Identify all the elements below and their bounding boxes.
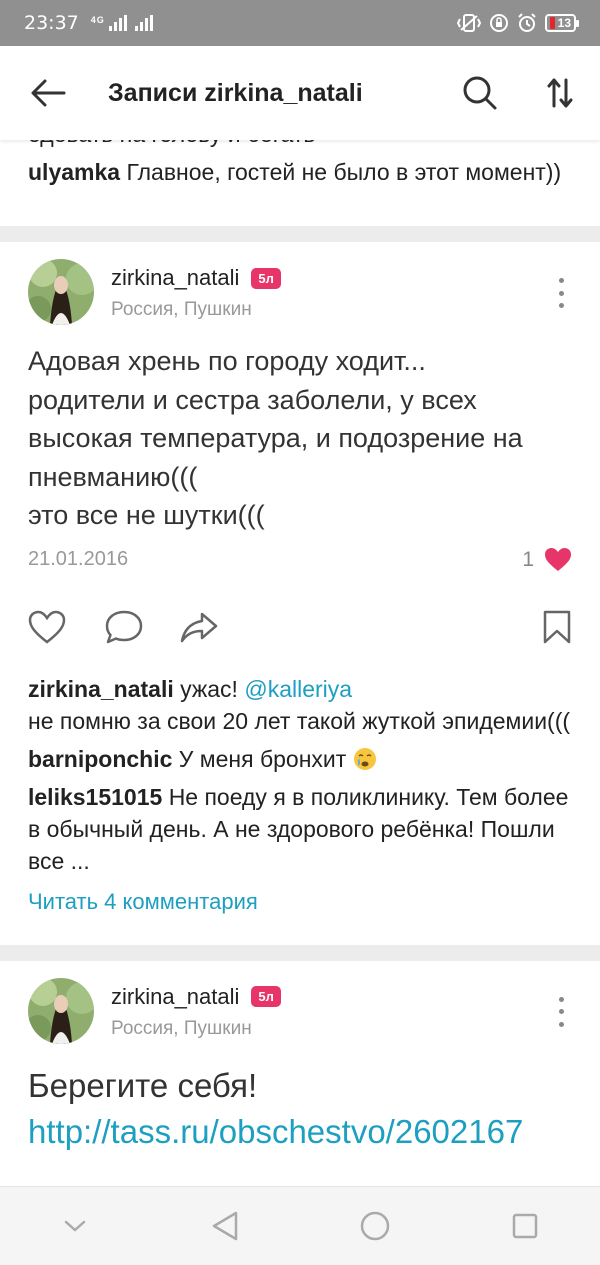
avatar[interactable]: [28, 977, 94, 1044]
comment: не помню за свои 20 лет такой жуткой эпи…: [28, 705, 572, 737]
back-button[interactable]: [0, 46, 96, 140]
crying-emoji-icon: [353, 747, 376, 770]
page-title: Записи zirkina_natali: [108, 78, 363, 107]
post-separator: [0, 944, 600, 961]
comment-button[interactable]: [104, 597, 180, 657]
post-meta: zirkina_natali 5л Россия, Пушкин: [111, 978, 281, 1040]
signal-icon: [109, 15, 128, 31]
comment-prefix: ужас!: [180, 675, 238, 702]
comment-mention[interactable]: @kalleriya: [244, 676, 352, 702]
bookmark-icon: [543, 610, 571, 643]
comment-text: Главное, гостей не было в этот момент)): [126, 159, 562, 185]
comment: ulyamka Главное, гостей не было в этот м…: [28, 156, 572, 188]
age-badge: 5л: [251, 986, 281, 1007]
likes-count[interactable]: 1: [522, 547, 572, 572]
post-username[interactable]: zirkina_natali: [111, 984, 239, 1010]
alarm-icon: [517, 13, 536, 32]
read-comments-link[interactable]: Читать 4 комментария: [28, 889, 572, 915]
comment: barniponchic У меня бронхит: [28, 743, 572, 775]
status-icons: 13: [456, 13, 580, 33]
comment-text: не помню за свои 20 лет такой жуткой эпи…: [28, 707, 571, 734]
post-meta: zirkina_natali 5л Россия, Пушкин: [111, 259, 281, 321]
back-arrow-icon: [31, 79, 66, 107]
comment-author[interactable]: zirkina_natali: [28, 676, 174, 702]
battery-level: 13: [557, 16, 571, 30]
comment-author[interactable]: leliks151015: [28, 784, 162, 810]
post-text: Берегите себя!: [28, 1066, 258, 1104]
post-username[interactable]: zirkina_natali: [111, 265, 239, 291]
network-type: 4G: [90, 15, 105, 25]
status-time: 23:37: [24, 12, 79, 34]
comments-list: zirkina_natali ужас! @kalleriya не помню…: [28, 673, 572, 915]
nav-collapse-button[interactable]: [35, 1196, 115, 1256]
nav-back-button[interactable]: [185, 1196, 265, 1256]
share-icon: [180, 612, 218, 642]
share-button[interactable]: [180, 597, 256, 657]
likes-number: 1: [522, 547, 534, 571]
post-header: zirkina_natali 5л Россия, Пушкин: [28, 961, 572, 1061]
post-separator: [0, 226, 600, 242]
post-link[interactable]: http://tass.ru/obschestvo/2602167: [28, 1111, 572, 1153]
previous-post-cut-text: одевать на голову и бегать: [28, 140, 572, 150]
previous-post-comments: одевать на голову и бегать ulyamka Главн…: [0, 140, 600, 226]
more-options-button[interactable]: [550, 278, 572, 308]
comment-author[interactable]: ulyamka: [28, 159, 120, 185]
app-header: Записи zirkina_natali: [0, 46, 600, 140]
sort-icon: [547, 78, 573, 108]
comment-author[interactable]: barniponchic: [28, 746, 172, 772]
post-actions: [28, 581, 572, 673]
post-location[interactable]: Россия, Пушкин: [111, 299, 281, 321]
heart-filled-icon: [545, 548, 571, 571]
comment-text: У меня бронхит: [178, 745, 347, 772]
heart-icon: [28, 610, 66, 644]
search-icon: [463, 76, 497, 110]
bookmark-button[interactable]: [542, 597, 572, 657]
post: zirkina_natali 5л Россия, Пушкин Берегит…: [0, 961, 600, 1153]
post-text: Адовая хрень по городу ходит... родители…: [28, 346, 523, 530]
vibrate-icon: [456, 14, 481, 32]
like-button[interactable]: [28, 597, 104, 657]
battery-icon: 13: [544, 14, 580, 32]
comment: zirkina_natali ужас! @kalleriya: [28, 673, 600, 705]
sort-button[interactable]: [520, 46, 600, 140]
chevron-down-icon: [64, 1220, 86, 1232]
post-date: 21.01.2016: [28, 548, 129, 570]
square-recents-icon: [512, 1213, 538, 1239]
circle-home-icon: [360, 1211, 390, 1241]
avatar[interactable]: [28, 259, 94, 325]
age-badge: 5л: [251, 267, 281, 289]
feed[interactable]: одевать на голову и бегать ulyamka Главн…: [0, 140, 600, 1186]
system-nav-bar: [0, 1186, 600, 1265]
post-header: zirkina_natali 5л Россия, Пушкин: [28, 242, 572, 342]
search-button[interactable]: [440, 46, 520, 140]
status-bar: 23:37 4G 13: [0, 0, 600, 46]
nav-home-button[interactable]: [335, 1196, 415, 1256]
nav-recents-button[interactable]: [485, 1196, 565, 1256]
comment: leliks151015 Не поеду я в поликлинику. Т…: [28, 781, 572, 877]
comment-icon: [105, 610, 143, 643]
post-date-row: 21.01.2016 1: [28, 545, 572, 575]
more-options-button[interactable]: [550, 996, 572, 1027]
signal-icon-2: [135, 15, 154, 31]
post-location[interactable]: Россия, Пушкин: [111, 1018, 281, 1040]
post: zirkina_natali 5л Россия, Пушкин Адовая …: [0, 242, 600, 945]
lock-rotation-icon: [489, 14, 508, 32]
triangle-back-icon: [212, 1211, 238, 1241]
network-indicator: 4G: [91, 15, 156, 31]
